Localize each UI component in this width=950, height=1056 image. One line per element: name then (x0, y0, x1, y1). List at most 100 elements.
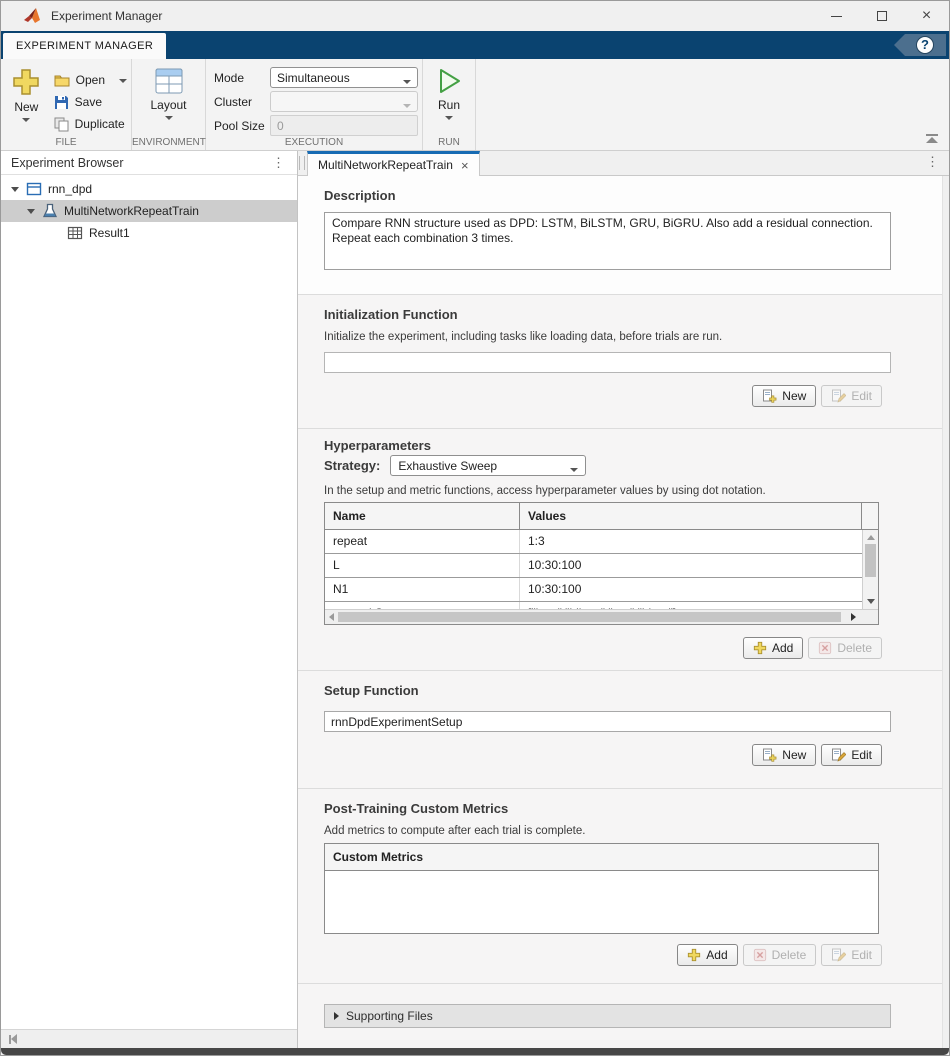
init-new-button[interactable]: New (752, 385, 816, 407)
hyperparameters-table: Name Values repeat 1:3 L (324, 502, 879, 625)
metrics-edit-button: Edit (821, 944, 882, 966)
delete-x-icon (818, 641, 832, 655)
metrics-buttons: Add Delete (324, 944, 942, 966)
browser-options-icon[interactable]: ⋮ (272, 158, 285, 168)
supporting-files-accordion[interactable]: Supporting Files (324, 1004, 891, 1028)
initialization-hint: Initialize the experiment, including tas… (324, 331, 942, 343)
collapse-ribbon-icon (926, 134, 938, 136)
duplicate-label: Duplicate (75, 117, 125, 131)
strategy-row: Strategy: Exhaustive Sweep (324, 455, 942, 476)
open-button[interactable]: Open (50, 69, 131, 91)
scroll-down-icon[interactable] (867, 599, 875, 604)
edit-icon (831, 748, 846, 763)
tree-item-result[interactable]: Result1 (1, 222, 297, 244)
init-new-label: New (782, 389, 806, 403)
hyper-delete-label: Delete (837, 641, 872, 655)
file-group-label: FILE (1, 137, 131, 148)
setup-edit-label: Edit (851, 748, 872, 762)
minimize-icon (831, 16, 842, 17)
chevron-expanded-icon[interactable] (11, 187, 19, 192)
save-button[interactable]: Save (50, 91, 131, 113)
scroll-up-icon[interactable] (867, 535, 875, 540)
collapse-panel-button[interactable] (9, 1034, 17, 1044)
setup-new-button[interactable]: New (752, 744, 816, 766)
hyper-add-button[interactable]: Add (743, 637, 803, 659)
environment-group: Layout ENVIRONMENT (132, 59, 206, 150)
tree-item-label: rnn_dpd (48, 182, 92, 196)
supporting-files-section: Supporting Files (298, 984, 942, 1048)
chevron-down-icon (403, 80, 411, 84)
document-content: Description Compare RNN structure used a… (298, 176, 949, 1048)
initialization-buttons: New Edit (324, 385, 942, 407)
delete-x-icon (753, 948, 767, 962)
mode-value: Simultaneous (277, 71, 350, 85)
pool-size-field: 0 (270, 115, 418, 136)
strategy-dropdown[interactable]: Exhaustive Sweep (390, 455, 586, 476)
setup-edit-button[interactable]: Edit (821, 744, 882, 766)
mode-row: Mode Simultaneous (206, 66, 422, 89)
execution-group: Mode Simultaneous Cluster Pool Size 0 (206, 59, 423, 150)
setup-buttons: New Edit (324, 744, 942, 766)
window-controls: × (814, 1, 949, 31)
column-header-name: Name (325, 503, 520, 529)
close-icon: × (922, 8, 931, 24)
pool-size-row: Pool Size 0 (206, 114, 422, 137)
vertical-scrollbar[interactable] (862, 530, 878, 609)
document-scrollbar[interactable] (942, 176, 949, 1048)
initialization-input[interactable] (324, 352, 891, 373)
tab-experiment-manager[interactable]: EXPERIMENT MANAGER (3, 33, 166, 59)
metrics-title: Post-Training Custom Metrics (324, 789, 942, 816)
table-header-row: Name Values (325, 503, 878, 530)
horizontal-scrollbar[interactable] (325, 609, 878, 624)
description-textarea[interactable]: Compare RNN structure used as DPD: LSTM,… (324, 212, 891, 270)
open-folder-icon (54, 73, 70, 87)
hyper-delete-button: Delete (808, 637, 882, 659)
duplicate-icon (54, 117, 69, 132)
init-edit-label: Edit (851, 389, 872, 403)
custom-metrics-header: Custom Metrics (325, 844, 878, 871)
maximize-button[interactable] (859, 1, 904, 31)
metrics-add-button[interactable]: Add (677, 944, 737, 966)
splitter-grip[interactable] (299, 156, 305, 170)
chevron-down-icon (403, 104, 411, 108)
maximize-icon (877, 11, 887, 21)
experiment-browser-header: Experiment Browser ⋮ (1, 151, 297, 175)
table-row[interactable]: networkStructure ["lstm" "bilstm" "gru" … (325, 602, 862, 609)
table-body: repeat 1:3 L 10:30:100 N1 10:30:100 (325, 530, 878, 609)
layout-label: Layout (150, 98, 186, 112)
scrollbar-thumb[interactable] (338, 612, 841, 622)
custom-metrics-body[interactable] (325, 871, 878, 933)
minimize-button[interactable] (814, 1, 859, 31)
tab-options-icon[interactable]: ⋮ (926, 157, 939, 167)
duplicate-button[interactable]: Duplicate (50, 113, 131, 135)
tree-item-experiment[interactable]: MultiNetworkRepeatTrain (1, 200, 297, 222)
layout-icon (154, 67, 184, 95)
metrics-section: Post-Training Custom Metrics Add metrics… (298, 789, 942, 984)
scroll-right-icon[interactable] (851, 613, 856, 621)
table-row[interactable]: N1 10:30:100 (325, 578, 862, 602)
edit-icon (831, 389, 846, 404)
scroll-left-icon[interactable] (329, 613, 334, 621)
hyper-add-label: Add (772, 641, 793, 655)
tree-item-project[interactable]: rnn_dpd (1, 178, 297, 200)
save-icon (54, 95, 69, 110)
table-row[interactable]: L 10:30:100 (325, 554, 862, 578)
custom-metrics-table: Custom Metrics (324, 843, 879, 934)
chevron-expanded-icon[interactable] (27, 209, 35, 214)
collapse-ribbon-button[interactable] (925, 134, 939, 144)
chevron-down-icon (22, 118, 30, 122)
mode-dropdown[interactable]: Simultaneous (270, 67, 418, 88)
tab-multinetworkrepeattrain[interactable]: MultiNetworkRepeatTrain × (307, 151, 480, 176)
table-row[interactable]: repeat 1:3 (325, 530, 862, 554)
scrollbar-thumb[interactable] (865, 544, 876, 577)
tab-close-icon[interactable]: × (461, 158, 469, 173)
help-button[interactable]: ? (894, 34, 946, 56)
setup-new-label: New (782, 748, 806, 762)
tree-item-label: MultiNetworkRepeatTrain (64, 204, 199, 218)
tree-item-label: Result1 (89, 226, 130, 240)
mode-label: Mode (214, 71, 266, 85)
close-button[interactable]: × (904, 1, 949, 31)
chevron-down-icon (570, 468, 578, 472)
setup-function-input[interactable]: rnnDpdExperimentSetup (324, 711, 891, 732)
chevron-right-icon (334, 1012, 339, 1020)
